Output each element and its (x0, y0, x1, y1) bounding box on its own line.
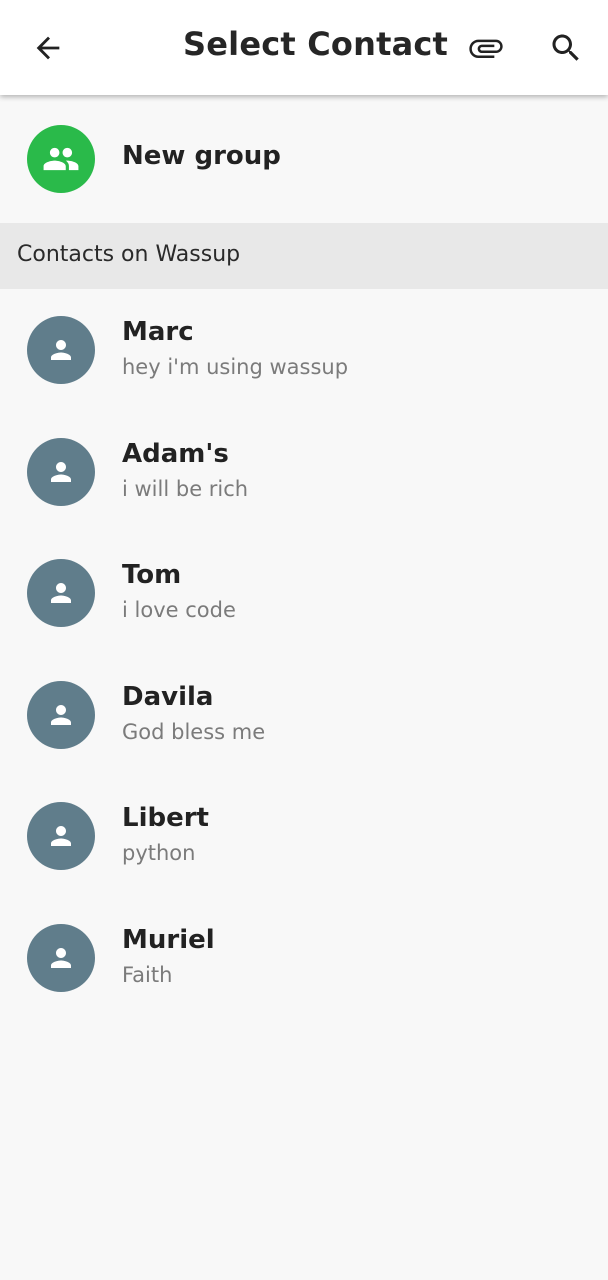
contact-status: python (122, 841, 196, 865)
section-header: Contacts on Wassup (0, 223, 608, 289)
new-group-avatar (27, 125, 95, 193)
contact-name: Libert (122, 803, 209, 833)
avatar (27, 923, 95, 992)
person-icon (51, 461, 71, 482)
contact-name: Davila (122, 681, 214, 712)
contact-row[interactable]: Davila God bless me (0, 654, 608, 776)
avatar (27, 802, 95, 870)
search-icon (552, 34, 579, 61)
contact-row[interactable]: Marc hey i'm using wassup (0, 289, 608, 411)
person-icon (51, 340, 71, 360)
person-icon (51, 826, 71, 846)
contact-row[interactable]: Tom i love code (0, 532, 608, 654)
contact-status: hey i'm using wassup (122, 355, 349, 379)
contact-name: Marc (122, 317, 194, 347)
contact-status: i love code (122, 598, 236, 622)
contact-status: i will be rich (122, 476, 249, 501)
contact-status: God bless me (122, 719, 266, 744)
contact-row[interactable]: Libert python (0, 775, 608, 897)
contact-name: Adam's (122, 438, 229, 469)
contact-row[interactable]: Adam's i will be rich (0, 411, 608, 533)
contact-list: Marc hey i'm using wassup Adam's i will … (0, 289, 608, 1018)
new-group-label: New group (122, 141, 281, 171)
person-icon (51, 583, 71, 603)
attach-button[interactable] (462, 24, 510, 72)
paperclip-icon (469, 39, 503, 58)
person-icon (51, 947, 71, 968)
arrow-back-icon (36, 36, 60, 60)
contact-name: Muriel (122, 924, 215, 955)
avatar (27, 437, 95, 506)
back-button[interactable] (24, 24, 72, 72)
page-title: Select Contact (183, 25, 449, 63)
contact-status: Faith (122, 962, 173, 987)
search-button[interactable] (542, 24, 590, 72)
contact-name: Tom (122, 560, 182, 590)
avatar (27, 680, 95, 749)
contact-row[interactable]: Muriel Faith (0, 897, 608, 1019)
avatar (27, 559, 95, 627)
app-bar: Select Contact (0, 0, 608, 95)
avatar (27, 316, 95, 384)
person-icon (51, 704, 71, 725)
group-icon (43, 147, 79, 171)
new-group-item[interactable]: New group (0, 95, 608, 223)
section-title: Contacts on Wassup (17, 242, 241, 267)
